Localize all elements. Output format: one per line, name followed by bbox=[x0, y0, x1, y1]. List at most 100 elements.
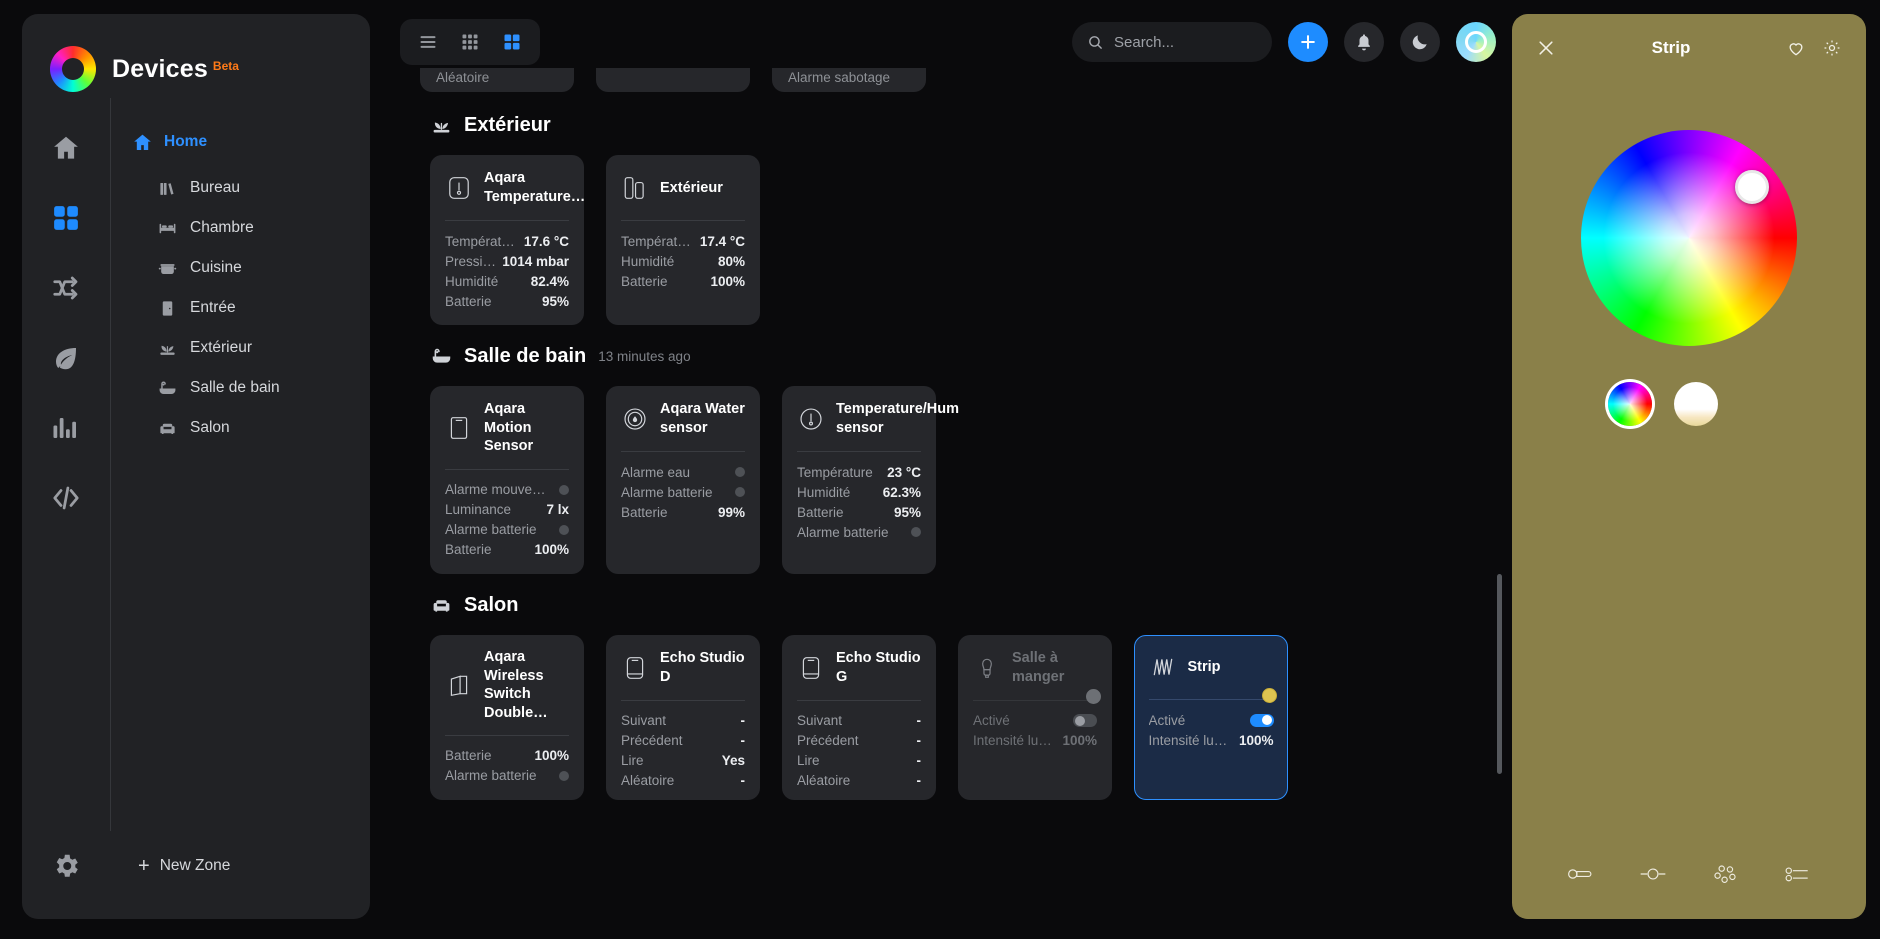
new-zone-button[interactable]: + New Zone bbox=[110, 856, 370, 876]
attribute-value: 100% bbox=[534, 748, 569, 764]
clipped-card[interactable]: Aléatoire bbox=[420, 68, 574, 92]
attribute-label: Précédent bbox=[797, 733, 859, 749]
device-attribute-row: Luminance 7 lx bbox=[445, 500, 569, 520]
settings-gear-icon[interactable] bbox=[22, 851, 110, 881]
sidebar: Devices Beta Home Bureau Chambre Cuisine… bbox=[22, 14, 370, 919]
power-toggle[interactable] bbox=[1249, 713, 1274, 727]
scenes-icon[interactable] bbox=[1710, 859, 1740, 889]
sidebar-item-salle-de-bain[interactable]: Salle de bain bbox=[111, 370, 370, 406]
list-view-icon[interactable] bbox=[409, 26, 447, 58]
attribute-value: - bbox=[916, 713, 922, 729]
sidebar-item-exterieur[interactable]: Extérieur bbox=[111, 330, 370, 366]
settings-list-icon[interactable] bbox=[1782, 859, 1812, 889]
zone-list: Home Bureau Chambre Cuisine Entrée Extér… bbox=[110, 98, 370, 831]
device-card-aqara-water-sensor[interactable]: Aqara Water sensor Alarme eau Alarme bat… bbox=[606, 386, 760, 574]
color-mode-swatch[interactable] bbox=[1608, 382, 1652, 426]
clipped-card[interactable] bbox=[596, 68, 750, 92]
brightness-slider-icon[interactable] bbox=[1566, 859, 1596, 889]
device-card-temperature-hum-sensor[interactable]: Temperature/Hum sensor Température 23 °C… bbox=[782, 386, 959, 574]
rail-automations-icon[interactable] bbox=[42, 266, 90, 310]
attribute-label: Aléatoire bbox=[797, 773, 851, 789]
sidebar-item-cuisine[interactable]: Cuisine bbox=[111, 250, 370, 286]
sidebar-item-bureau[interactable]: Bureau bbox=[111, 170, 370, 206]
device-attribute-row: Aléatoire - bbox=[621, 771, 745, 791]
panel-title: Strip bbox=[1651, 38, 1691, 57]
rail-code-icon[interactable] bbox=[42, 476, 90, 520]
attribute-value: - bbox=[740, 713, 746, 729]
device-name: Aqara Wireless Switch Double… bbox=[484, 649, 548, 721]
attribute-value: 99% bbox=[717, 504, 745, 520]
rail-home-icon[interactable] bbox=[42, 126, 90, 170]
device-card-echo-studio-g[interactable]: Echo Studio G Suivant - Précédent - Lire… bbox=[782, 634, 936, 800]
device-name: Echo Studio D bbox=[660, 650, 745, 685]
attribute-label: Alarme batterie bbox=[445, 522, 537, 538]
search-icon bbox=[1089, 35, 1102, 49]
sidebar-item-label: Extérieur bbox=[190, 339, 253, 356]
door-icon bbox=[157, 298, 177, 318]
attribute-label: Batterie bbox=[445, 748, 492, 764]
clipped-cards-row: Aléatoire Alarme sabotage bbox=[420, 68, 1476, 92]
device-attribute-row: Humidité 80% bbox=[621, 251, 745, 271]
attribute-value: 82.4% bbox=[530, 273, 569, 289]
device-card-exterieur[interactable]: Extérieur Température 17.4 °C Humidité 8… bbox=[606, 155, 760, 325]
large-grid-view-icon[interactable] bbox=[493, 26, 531, 58]
device-attribute-row: Intensité lumineu… 100% bbox=[973, 731, 1097, 751]
attribute-value: 100% bbox=[1238, 732, 1274, 748]
device-card-aqara-motion-sensor[interactable]: Aqara Motion Sensor Alarme mouvement Lum… bbox=[430, 386, 584, 574]
app-title: Devices bbox=[112, 54, 208, 83]
white-mode-swatch[interactable] bbox=[1674, 382, 1718, 426]
temperature-slider-icon[interactable] bbox=[1638, 859, 1668, 889]
attribute-label: Humidité bbox=[445, 273, 499, 289]
color-wheel-knob[interactable] bbox=[1735, 170, 1769, 204]
status-dot bbox=[735, 487, 745, 497]
device-attribute-row[interactable]: Activé bbox=[1149, 710, 1274, 730]
search-input[interactable] bbox=[1114, 33, 1257, 51]
power-toggle[interactable] bbox=[1073, 714, 1097, 728]
color-wheel[interactable] bbox=[1581, 130, 1797, 346]
attribute-label: Précédent bbox=[621, 733, 683, 749]
attribute-value: 23 °C bbox=[887, 464, 921, 480]
device-attribute-row: Aléatoire - bbox=[797, 771, 921, 791]
vertical-scrollbar[interactable] bbox=[1497, 574, 1502, 774]
heart-icon[interactable] bbox=[1782, 34, 1810, 62]
section-subtitle: 13 minutes ago bbox=[598, 349, 691, 364]
gear-icon[interactable] bbox=[1818, 34, 1846, 62]
close-icon[interactable] bbox=[1532, 34, 1560, 62]
device-attribute-row: Batterie 95% bbox=[797, 502, 921, 522]
device-card-echo-studio-d[interactable]: Echo Studio D Suivant - Précédent - Lire… bbox=[606, 634, 760, 800]
sidebar-item-salon[interactable]: Salon bbox=[111, 410, 370, 446]
clipped-card[interactable]: Alarme sabotage bbox=[772, 68, 926, 92]
sidebar-item-label: Cuisine bbox=[190, 259, 242, 276]
section-header-salle-de-bain: Salle de bain 13 minutes ago bbox=[430, 345, 1476, 368]
device-attribute-row: Batterie 99% bbox=[621, 502, 745, 522]
small-grid-view-icon[interactable] bbox=[451, 26, 489, 58]
brand: Devices Beta bbox=[22, 14, 370, 98]
device-card-aqara-wireless-switch[interactable]: Aqara Wireless Switch Double… Batterie 1… bbox=[430, 634, 584, 800]
device-attribute-row: Alarme batterie bbox=[797, 522, 921, 542]
attribute-label: Alarme mouvement bbox=[445, 482, 553, 498]
app-logo-icon bbox=[50, 46, 96, 92]
sidebar-item-home[interactable]: Home bbox=[111, 124, 370, 160]
section-title: Salle de bain bbox=[464, 345, 587, 367]
status-dot bbox=[911, 527, 921, 537]
device-attribute-row[interactable]: Activé bbox=[973, 711, 1097, 731]
rail-statistics-icon[interactable] bbox=[42, 406, 90, 450]
rail-energy-icon[interactable] bbox=[42, 336, 90, 380]
device-card-strip[interactable]: Strip Activé Intensité lumineu… 100% bbox=[1134, 634, 1288, 800]
device-card-aqara-temperature[interactable]: Aqara Temperature… Température 17.6 °C P… bbox=[430, 155, 585, 325]
panel-header: Strip bbox=[1512, 14, 1866, 82]
attribute-value: 95% bbox=[893, 504, 921, 520]
device-attribute-row: Précédent - bbox=[797, 731, 921, 751]
attribute-value: - bbox=[916, 773, 922, 789]
sidebar-item-label: Chambre bbox=[190, 219, 254, 236]
cards-row-salle-de-bain: Aqara Motion Sensor Alarme mouvement Lum… bbox=[420, 386, 1476, 574]
device-attribute-row: Alarme batterie bbox=[445, 766, 569, 786]
rail-devices-icon[interactable] bbox=[42, 196, 90, 240]
sidebar-item-chambre[interactable]: Chambre bbox=[111, 210, 370, 246]
device-detail-panel: Strip bbox=[1512, 14, 1866, 919]
bathtub-icon bbox=[430, 346, 452, 368]
attribute-label: Température bbox=[621, 233, 694, 249]
sidebar-item-entree[interactable]: Entrée bbox=[111, 290, 370, 326]
device-attribute-row: Lire Yes bbox=[621, 751, 745, 771]
device-card-salle-a-manger[interactable]: Salle à manger Activé Intensité lumineu…… bbox=[958, 634, 1112, 800]
